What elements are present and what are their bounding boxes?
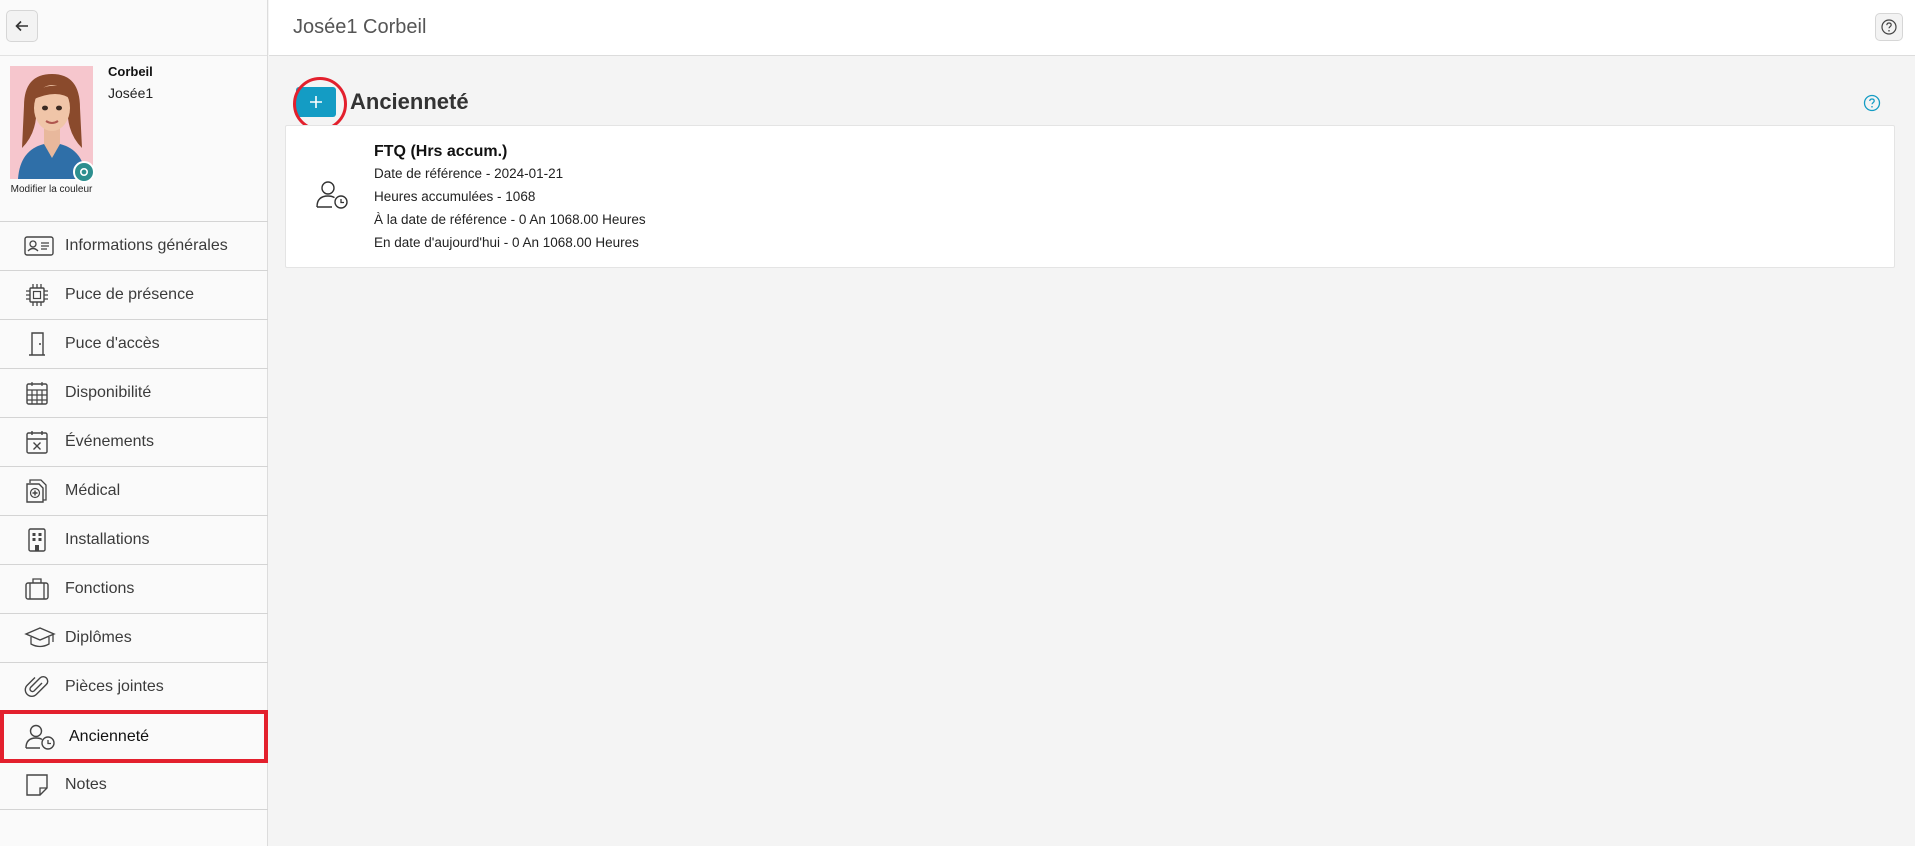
sidebar-item-disponibilite[interactable]: Disponibilité <box>0 369 268 418</box>
section-help-icon[interactable] <box>1863 94 1881 112</box>
sidebar-item-evenements[interactable]: Événements <box>0 418 268 467</box>
add-anciennete-button[interactable] <box>296 87 336 117</box>
sidebar-item-installations[interactable]: Installations <box>0 516 268 565</box>
sidebar-item-label: Ancienneté <box>69 727 150 745</box>
help-button[interactable] <box>1875 13 1903 41</box>
sidebar-item-label: Installations <box>65 531 150 548</box>
sidebar-item-label: Événements <box>65 433 154 450</box>
sidebar-item-puce-acces[interactable]: Puce d'accès <box>0 320 268 369</box>
card-reference-date: Date de référence - 2024-01-21 <box>374 166 564 181</box>
sidebar-item-label: Notes <box>65 776 107 793</box>
door-icon <box>0 331 65 357</box>
user-clock-icon <box>316 180 350 215</box>
anciennete-card[interactable]: FTQ (Hrs accum.) Date de référence - 202… <box>285 125 1895 268</box>
paperclip-icon <box>0 674 65 700</box>
profile-panel: Modifier la couleur Corbeil Josée1 <box>0 56 268 222</box>
back-button[interactable] <box>6 10 38 42</box>
sidebar-item-informations-generales[interactable]: Informations générales <box>0 222 268 271</box>
id-card-icon <box>0 235 65 257</box>
calendar-x-icon <box>0 429 65 455</box>
sidebar: Modifier la couleur Corbeil Josée1 Infor… <box>0 0 268 846</box>
building-icon <box>0 527 65 553</box>
graduation-cap-icon <box>0 625 65 651</box>
section-header <box>296 84 336 120</box>
card-accumulated-hours: Heures accumulées - 1068 <box>374 189 536 204</box>
card-title: FTQ (Hrs accum.) <box>374 143 508 160</box>
sidebar-nav: Informations générales Puce de présence … <box>0 222 268 810</box>
section-title: Ancienneté <box>350 89 469 114</box>
briefcase-icon <box>0 576 65 602</box>
plus-icon <box>310 96 322 108</box>
chip-icon <box>0 282 65 308</box>
sidebar-item-label: Médical <box>65 482 121 499</box>
sidebar-item-label: Puce de présence <box>65 286 194 303</box>
sidebar-item-fonctions[interactable]: Fonctions <box>0 565 268 614</box>
calendar-grid-icon <box>0 380 65 406</box>
card-at-reference-date: À la date de référence - 0 An 1068.00 He… <box>374 212 646 227</box>
sidebar-item-pieces-jointes[interactable]: Pièces jointes <box>0 663 268 712</box>
page-title: Josée1 Corbeil <box>293 16 427 38</box>
sidebar-item-label: Informations générales <box>65 237 228 254</box>
sidebar-item-anciennete[interactable]: Ancienneté <box>0 710 268 763</box>
profile-last-name: Corbeil <box>108 64 153 79</box>
card-as-of-today: En date d'aujourd'hui - 0 An 1068.00 Heu… <box>374 235 639 250</box>
avatar[interactable] <box>10 66 95 183</box>
camera-icon[interactable] <box>73 161 95 183</box>
sidebar-item-notes[interactable]: Notes <box>0 761 268 810</box>
arrow-left-icon <box>15 20 28 32</box>
modify-color-link[interactable]: Modifier la couleur <box>10 184 93 196</box>
sidebar-item-label: Diplômes <box>65 629 132 646</box>
header-bar: Josée1 Corbeil <box>269 0 1915 56</box>
profile-first-name: Josée1 <box>108 85 154 101</box>
sidebar-item-puce-presence[interactable]: Puce de présence <box>0 271 268 320</box>
sidebar-item-diplomes[interactable]: Diplômes <box>0 614 268 663</box>
sidebar-item-label: Puce d'accès <box>65 335 160 352</box>
sidebar-item-label: Fonctions <box>65 580 135 597</box>
note-icon <box>0 772 65 798</box>
sidebar-item-label: Disponibilité <box>65 384 152 401</box>
medical-file-icon <box>0 478 65 504</box>
help-icon <box>1881 19 1897 35</box>
sidebar-item-medical[interactable]: Médical <box>0 467 268 516</box>
user-clock-icon <box>4 723 69 751</box>
sidebar-item-label: Pièces jointes <box>65 678 164 695</box>
